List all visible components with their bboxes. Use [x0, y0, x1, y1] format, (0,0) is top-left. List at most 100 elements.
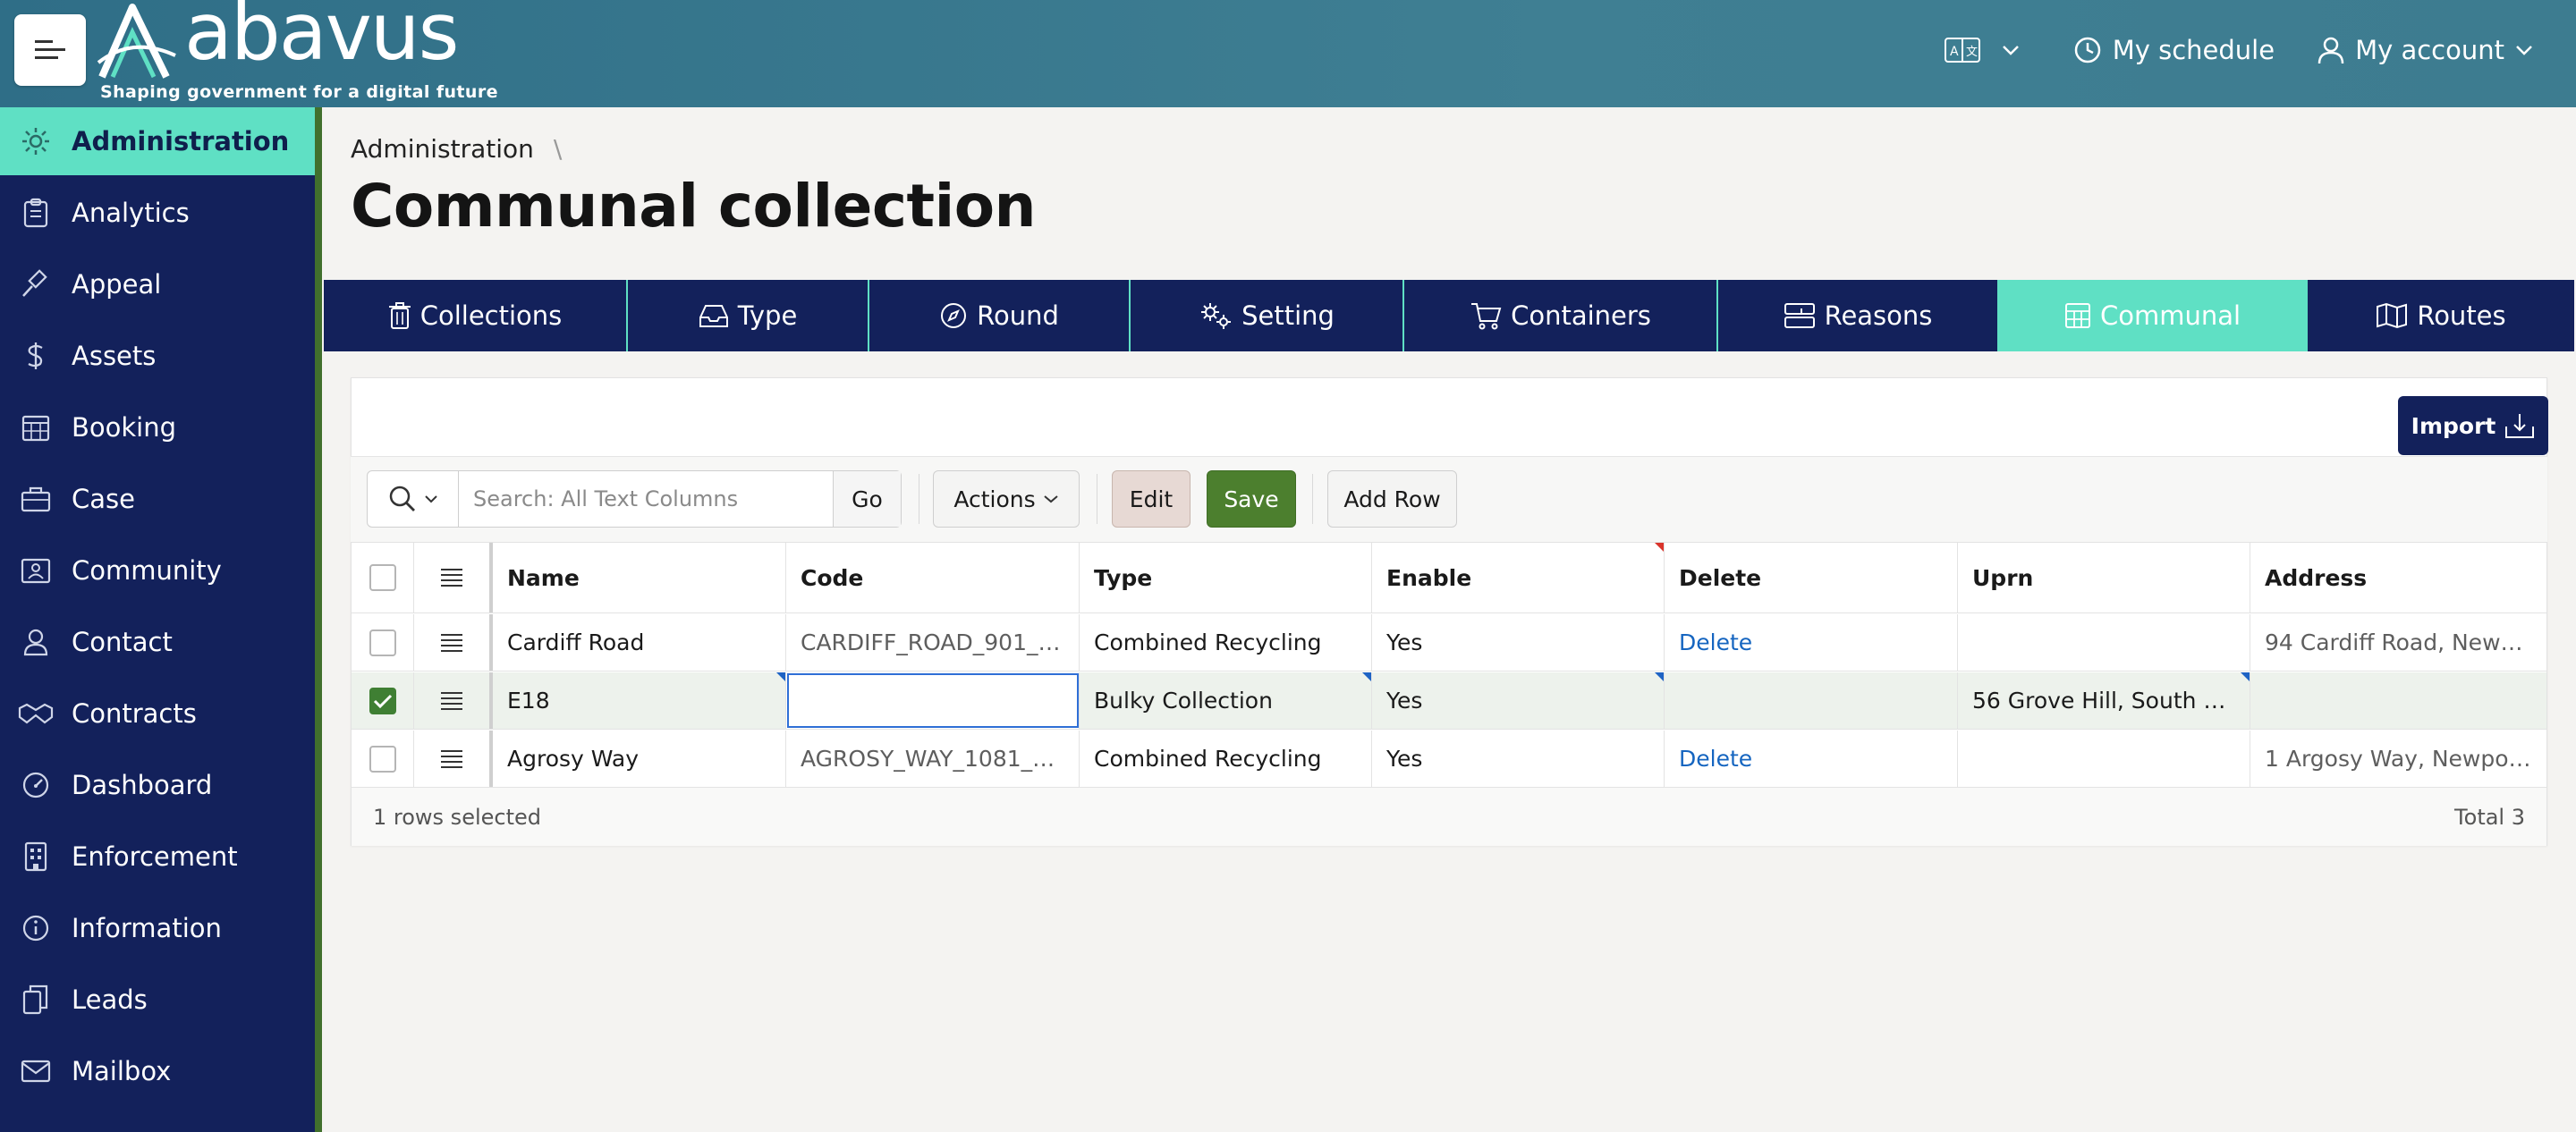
row-menu-icon[interactable]: [441, 691, 462, 711]
tab-type[interactable]: Type: [628, 280, 869, 351]
select-all-cell: [352, 543, 414, 612]
sidebar-item-dashboard[interactable]: Dashboard: [0, 751, 315, 819]
cell-type[interactable]: Bulky Collection: [1080, 672, 1372, 729]
language-selector[interactable]: A文: [1944, 38, 2020, 63]
column-header-address[interactable]: Address: [2250, 543, 2546, 612]
sidebar-item-administration[interactable]: Administration: [0, 107, 315, 175]
sidebar-divider[interactable]: [315, 107, 322, 1132]
row-select-cell: [352, 672, 414, 729]
column-header-enable[interactable]: Enable: [1372, 543, 1665, 612]
abavus-logo[interactable]: abavus Shaping government for a digital …: [97, 0, 497, 106]
search-input[interactable]: [459, 471, 833, 527]
save-button[interactable]: Save: [1207, 470, 1296, 528]
column-header-type[interactable]: Type: [1080, 543, 1372, 612]
cell-name[interactable]: Agrosy Way: [493, 731, 786, 787]
breadcrumb: Administration \: [351, 134, 562, 164]
cart-icon: [1470, 301, 1502, 330]
section-tabs: Collections Type Round Setting Container…: [324, 280, 2574, 351]
cell-code-editing[interactable]: [786, 672, 1080, 729]
sidebar-item-information[interactable]: Information: [0, 894, 315, 962]
header-actions: A文 My schedule My account: [1944, 0, 2576, 100]
cell-uprn[interactable]: [1958, 614, 2250, 671]
gauge-icon: [0, 771, 72, 799]
cell-address[interactable]: 1 Argosy Way, Newport, NP19 4SX: [2250, 731, 2546, 787]
add-row-button[interactable]: Add Row: [1327, 470, 1457, 528]
cell-value: Yes: [1386, 746, 1423, 772]
sidebar-item-leads[interactable]: Leads: [0, 966, 315, 1034]
row-actions-cell[interactable]: [414, 731, 493, 787]
row-menu-icon[interactable]: [441, 749, 462, 769]
sidebar-item-label: Appeal: [72, 269, 162, 300]
cell-uprn[interactable]: [1958, 731, 2250, 787]
delete-link[interactable]: Delete: [1679, 746, 1752, 772]
tab-setting[interactable]: Setting: [1131, 280, 1404, 351]
delete-link[interactable]: Delete: [1679, 629, 1752, 655]
go-button[interactable]: Go: [833, 471, 901, 527]
column-header-name[interactable]: Name: [493, 543, 786, 612]
actions-menu-button[interactable]: Actions: [933, 470, 1080, 528]
sidebar-item-label: Contact: [72, 627, 173, 657]
cell-name[interactable]: Cardiff Road: [493, 614, 786, 671]
sidebar-item-contact[interactable]: Contact: [0, 608, 315, 676]
sidebar-item-analytics[interactable]: Analytics: [0, 179, 315, 247]
sidebar-item-assets[interactable]: Assets: [0, 322, 315, 390]
tab-communal[interactable]: Communal: [1999, 280, 2308, 351]
import-button[interactable]: Import: [2398, 396, 2548, 455]
tab-round[interactable]: Round: [869, 280, 1131, 351]
sidebar-item-community[interactable]: Community: [0, 536, 315, 604]
cell-value: CARDIFF_ROAD_901_COM: [801, 629, 1064, 655]
column-header-code[interactable]: Code: [786, 543, 1080, 612]
sidebar-item-label: Contracts: [72, 698, 197, 729]
row-actions-cell[interactable]: [414, 614, 493, 671]
tab-reasons[interactable]: Reasons: [1718, 280, 1999, 351]
my-account-menu[interactable]: My account: [2318, 35, 2533, 65]
cell-name[interactable]: E18: [493, 672, 786, 729]
cell-address[interactable]: 94 Cardiff Road, Newport, NP20 2EH: [2250, 614, 2546, 671]
cell-delete[interactable]: Delete: [1665, 614, 1958, 671]
row-checkbox[interactable]: [369, 687, 396, 714]
tab-label: Containers: [1511, 300, 1651, 331]
tab-routes[interactable]: Routes: [2308, 280, 2574, 351]
tab-label: Reasons: [1824, 300, 1933, 331]
select-all-checkbox[interactable]: [369, 564, 396, 591]
cell-enable[interactable]: Yes: [1372, 672, 1665, 729]
sidebar-item-label: Dashboard: [72, 770, 213, 800]
row-actions-header: [414, 543, 493, 612]
cell-code[interactable]: CARDIFF_ROAD_901_COM: [786, 614, 1080, 671]
table-row[interactable]: Cardiff Road CARDIFF_ROAD_901_COM Combin…: [352, 614, 2546, 672]
gears-icon: [1199, 301, 1233, 330]
my-schedule-link[interactable]: My schedule: [2073, 35, 2275, 65]
cell-enable[interactable]: Yes: [1372, 614, 1665, 671]
sidebar-item-case[interactable]: Case: [0, 465, 315, 533]
tab-collections[interactable]: Collections: [324, 280, 628, 351]
sidebar-item-booking[interactable]: Booking: [0, 393, 315, 461]
breadcrumb-link-administration[interactable]: Administration: [351, 134, 534, 164]
cell-type[interactable]: Combined Recycling: [1080, 731, 1372, 787]
table-row[interactable]: E18 Bulky Collection Yes 56 Grove Hill, …: [352, 672, 2546, 730]
cell-uprn[interactable]: 56 Grove Hill, South Woodford, E18 2JB: [1958, 672, 2250, 729]
cell-delete[interactable]: [1665, 672, 1958, 729]
tab-containers[interactable]: Containers: [1404, 280, 1718, 351]
row-menu-icon[interactable]: [441, 633, 462, 653]
sidebar-item-mailbox[interactable]: Mailbox: [0, 1037, 315, 1105]
cell-delete[interactable]: Delete: [1665, 731, 1958, 787]
map-icon: [2376, 302, 2408, 329]
sidebar-item-enforcement[interactable]: Enforcement: [0, 823, 315, 891]
sidebar-item-appeal[interactable]: Appeal: [0, 250, 315, 318]
cell-type[interactable]: Combined Recycling: [1080, 614, 1372, 671]
menu-toggle-button[interactable]: [14, 14, 86, 86]
row-actions-cell[interactable]: [414, 672, 493, 729]
cell-enable[interactable]: Yes: [1372, 731, 1665, 787]
column-header-delete[interactable]: Delete: [1665, 543, 1958, 612]
building-icon: [0, 841, 72, 872]
row-checkbox[interactable]: [369, 629, 396, 656]
search-columns-menu[interactable]: [368, 471, 459, 527]
cell-code[interactable]: AGROSY_WAY_1081_COM: [786, 731, 1080, 787]
table-row[interactable]: Agrosy Way AGROSY_WAY_1081_COM Combined …: [352, 731, 2546, 788]
cell-address[interactable]: [2250, 672, 2546, 729]
edit-button[interactable]: Edit: [1112, 470, 1191, 528]
sidebar-item-contracts[interactable]: Contracts: [0, 680, 315, 748]
cell-value: AGROSY_WAY_1081_COM: [801, 746, 1064, 772]
column-header-uprn[interactable]: Uprn: [1958, 543, 2250, 612]
row-checkbox[interactable]: [369, 745, 396, 773]
